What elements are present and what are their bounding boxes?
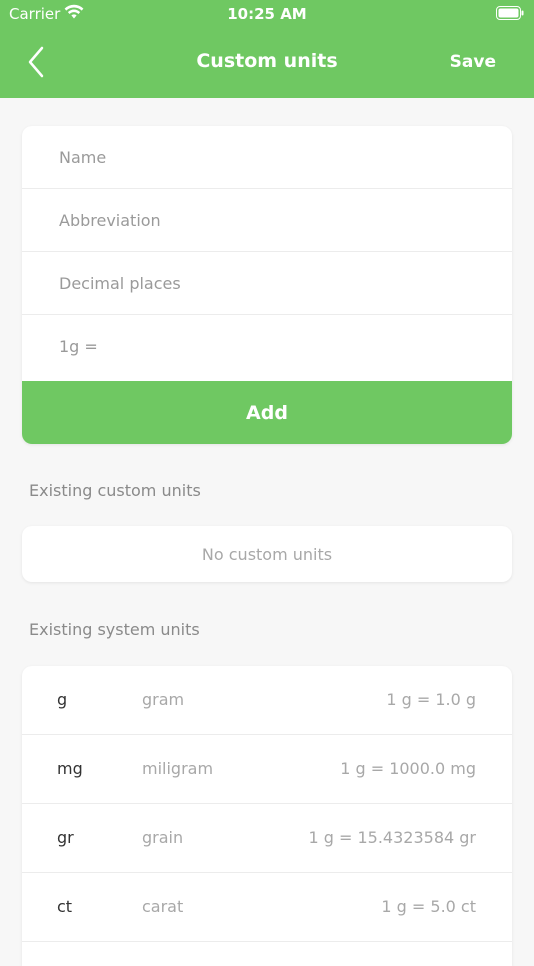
navigation-bar: Carrier 10:25 AM Custom units Save: [0, 0, 534, 98]
unit-name: gram: [142, 690, 185, 709]
unit-abbreviation: ct: [57, 897, 73, 916]
unit-row[interactable]: mg miligram 1 g = 1000.0 mg: [22, 735, 512, 804]
unit-conversion: 1 g = 1000.0 mg: [340, 759, 476, 778]
add-unit-form: Add: [22, 126, 512, 444]
system-units-list: g gram 1 g = 1.0 g mg miligram 1 g = 100…: [22, 666, 512, 966]
unit-row[interactable]: ct carat 1 g = 5.0 ct: [22, 873, 512, 942]
unit-abbreviation: g: [57, 690, 68, 709]
add-button[interactable]: Add: [22, 381, 512, 444]
unit-abbreviation: gr: [57, 828, 74, 847]
status-time: 10:25 AM: [227, 5, 307, 23]
empty-state-text: No custom units: [201, 544, 333, 564]
battery-icon: [496, 6, 524, 20]
unit-name: grain: [142, 828, 184, 847]
unit-conversion: 1 g = 1.0 g: [386, 690, 476, 709]
unit-name: miligram: [142, 759, 214, 778]
unit-abbreviation: mg: [57, 759, 83, 778]
name-row: [22, 126, 512, 189]
custom-units-list: No custom units: [22, 526, 512, 582]
save-button[interactable]: Save: [450, 52, 496, 72]
conversion-row: [22, 315, 512, 378]
unit-conversion: 1 g = 5.0 ct: [381, 897, 476, 916]
abbreviation-input[interactable]: [57, 209, 481, 231]
abbreviation-row: [22, 189, 512, 252]
unit-row[interactable]: gr grain 1 g = 15.4323584 gr: [22, 804, 512, 873]
unit-name: carat: [142, 897, 184, 916]
name-input[interactable]: [57, 146, 481, 168]
unit-conversion: 1 g = 15.4323584 gr: [308, 828, 476, 847]
unit-row[interactable]: g gram 1 g = 1.0 g: [22, 666, 512, 735]
status-bar: Carrier 10:25 AM: [0, 0, 534, 30]
decimal-places-input[interactable]: [57, 272, 481, 294]
decimal-places-row: [22, 252, 512, 315]
system-units-heading: Existing system units: [29, 620, 200, 639]
conversion-input[interactable]: [57, 336, 481, 357]
custom-units-heading: Existing custom units: [29, 481, 201, 500]
